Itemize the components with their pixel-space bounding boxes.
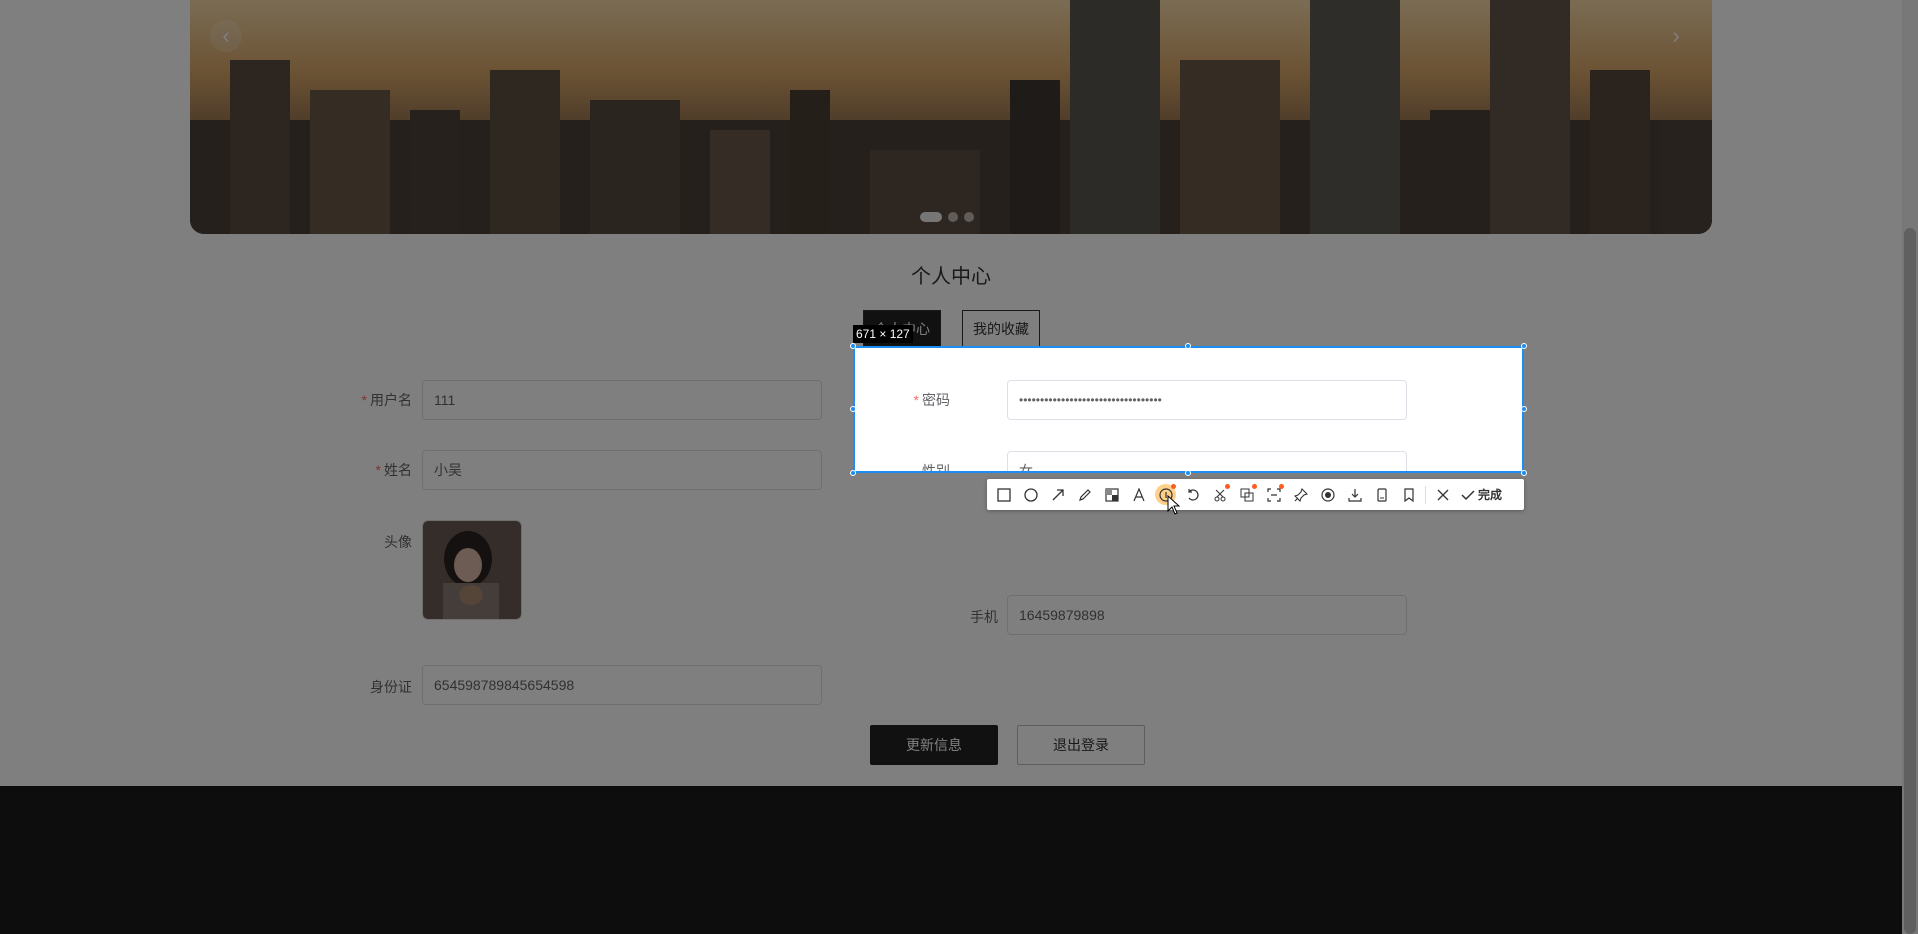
- gender-value: 女: [1019, 463, 1033, 473]
- resize-handle-sw[interactable]: [850, 470, 856, 476]
- done-label: 完成: [1478, 488, 1503, 502]
- crop-icon[interactable]: [1209, 484, 1230, 505]
- capture-size-badge: 671 × 127: [853, 325, 913, 343]
- close-icon[interactable]: [1432, 484, 1453, 505]
- resize-handle-nw[interactable]: [850, 343, 856, 349]
- arrow-icon[interactable]: [1047, 484, 1068, 505]
- capture-selection-area[interactable]: * 密码 •••••••••••••••••••••••••••••••••• 性…: [853, 346, 1524, 473]
- resize-handle-e[interactable]: [1521, 406, 1527, 412]
- done-button[interactable]: 完成: [1461, 486, 1502, 503]
- undo-icon[interactable]: [1182, 484, 1203, 505]
- rectangle-icon[interactable]: [993, 484, 1014, 505]
- password-label: * 密码: [913, 392, 950, 408]
- resize-handle-s[interactable]: [1185, 470, 1191, 476]
- mosaic-icon[interactable]: [1101, 484, 1122, 505]
- resize-handle-ne[interactable]: [1521, 343, 1527, 349]
- bookmark-icon[interactable]: [1398, 484, 1419, 505]
- resize-handle-w[interactable]: [850, 406, 856, 412]
- mouse-cursor-icon: [1167, 495, 1181, 515]
- chevron-down-icon: ⌄: [1385, 464, 1396, 473]
- toolbar-divider: [1425, 485, 1426, 504]
- ellipse-icon[interactable]: [1020, 484, 1041, 505]
- resize-handle-n[interactable]: [1185, 343, 1191, 349]
- ocr-icon[interactable]: [1263, 484, 1284, 505]
- gender-select[interactable]: 女 ⌄: [1007, 451, 1407, 473]
- text-icon[interactable]: [1128, 484, 1149, 505]
- record-icon[interactable]: [1317, 484, 1338, 505]
- download-icon[interactable]: [1344, 484, 1365, 505]
- resize-handle-se[interactable]: [1521, 470, 1527, 476]
- translate-icon[interactable]: [1236, 484, 1257, 505]
- pin-icon[interactable]: [1290, 484, 1311, 505]
- pencil-icon[interactable]: [1074, 484, 1095, 505]
- gender-label: 性别: [922, 463, 950, 473]
- password-input[interactable]: ••••••••••••••••••••••••••••••••••: [1007, 380, 1407, 420]
- screenshot-toolbar: 完成: [987, 479, 1524, 510]
- long-screenshot-icon[interactable]: [1371, 484, 1392, 505]
- check-icon: [1461, 489, 1475, 500]
